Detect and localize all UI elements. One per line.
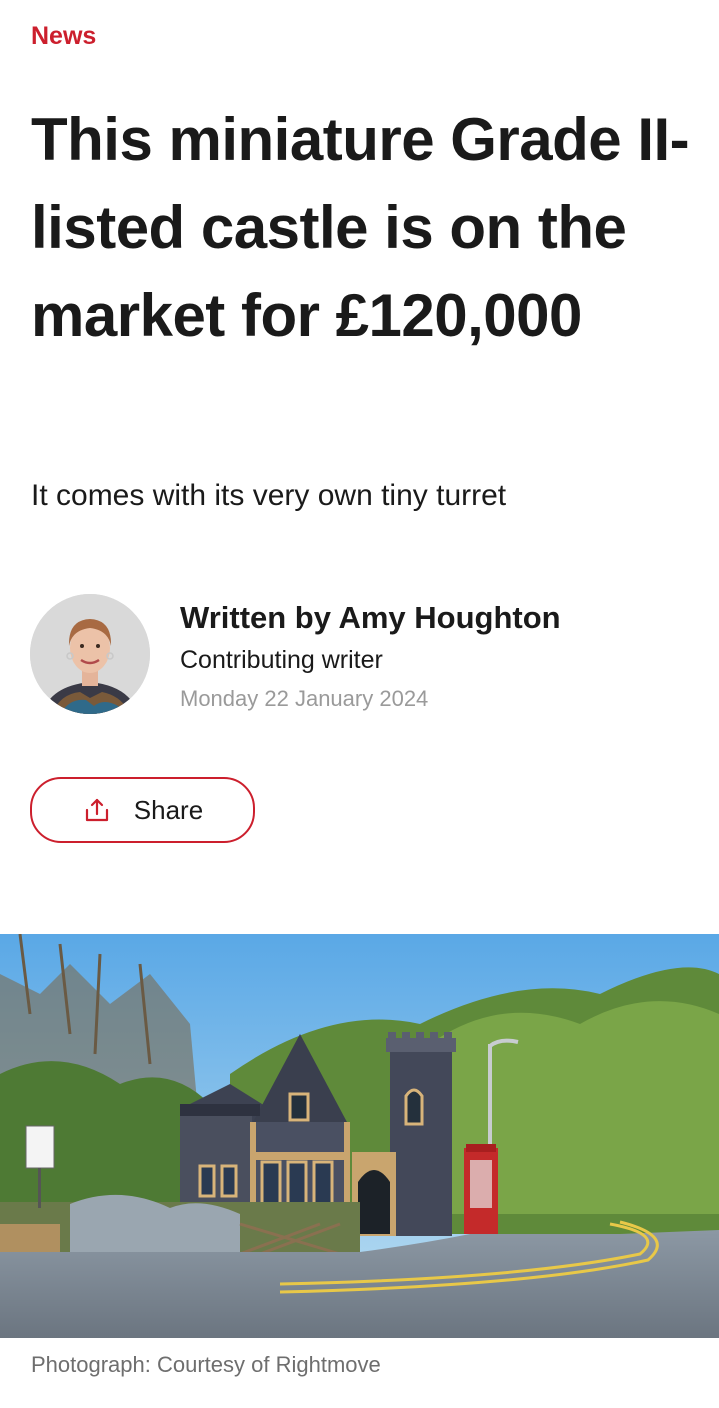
author-portrait-icon: [30, 594, 150, 714]
share-button[interactable]: Share: [30, 777, 255, 843]
share-label: Share: [133, 794, 204, 825]
byline: Written by Amy Houghton Contributing wri…: [180, 598, 561, 714]
hero-photo: [0, 934, 719, 1338]
castle-lodge-photo: [0, 934, 719, 1338]
article-headline: This miniature Grade II-listed castle is…: [31, 106, 690, 349]
section-label[interactable]: News: [31, 22, 96, 51]
author-name[interactable]: Written by Amy Houghton: [180, 598, 561, 638]
author-avatar[interactable]: [30, 594, 150, 714]
author-role: Contributing writer: [180, 646, 383, 674]
publish-date: Monday 22 January 2024: [180, 686, 429, 711]
share-upload-icon: [85, 798, 108, 822]
photo-caption: Photograph: Courtesy of Rightmove: [31, 1352, 381, 1377]
article-standfirst: It comes with its very own tiny turret: [31, 479, 507, 512]
